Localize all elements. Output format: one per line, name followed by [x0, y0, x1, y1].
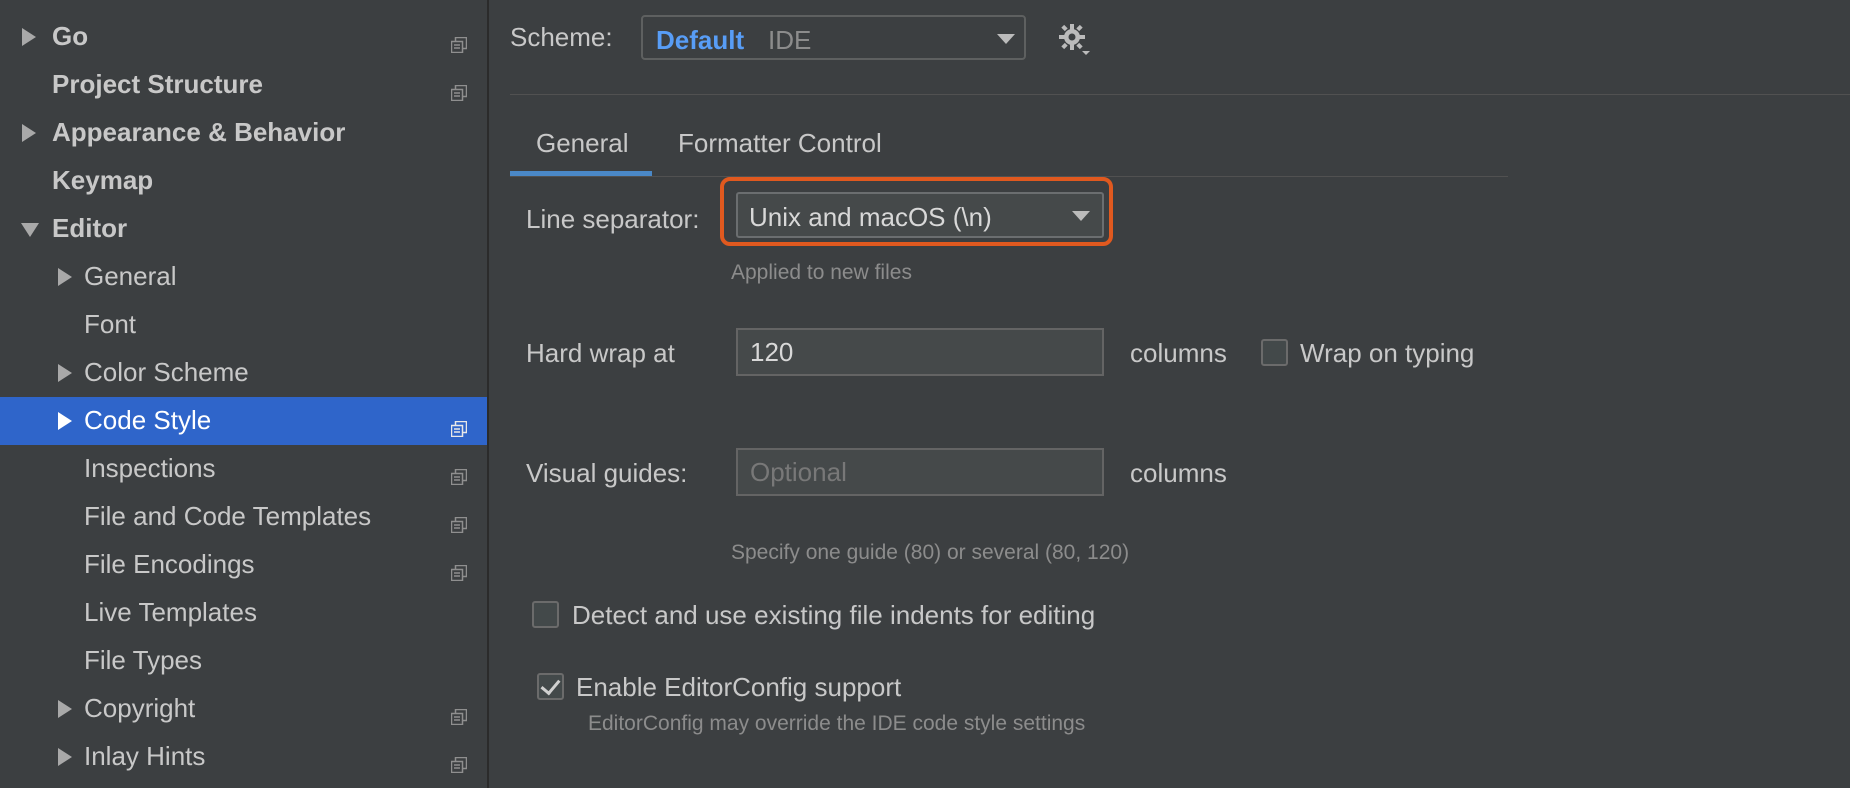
sidebar-item-label: Code Style — [84, 405, 212, 435]
project-scope-icon — [450, 29, 468, 54]
separator — [510, 94, 1850, 95]
line-separator-dropdown[interactable]: Unix and macOS (\n) — [736, 192, 1104, 238]
line-separator-label: Line separator: — [526, 204, 700, 234]
visual-guides-unit: columns — [1130, 458, 1227, 488]
sidebar-item-go[interactable]: Go — [0, 13, 487, 61]
wrap-on-typing-checkbox[interactable] — [1261, 339, 1288, 366]
sidebar-item-label: Inspections — [84, 453, 216, 483]
chevron-right-icon[interactable] — [58, 268, 72, 286]
project-scope-icon — [450, 77, 468, 102]
editorconfig-checkbox[interactable] — [537, 673, 564, 700]
wrap-on-typing-label[interactable]: Wrap on typing — [1300, 338, 1474, 369]
sidebar-item-general[interactable]: General — [0, 253, 487, 301]
sidebar-item-inlay-hints[interactable]: Inlay Hints — [0, 733, 487, 781]
detect-indents-label[interactable]: Detect and use existing file indents for… — [572, 600, 1095, 631]
chevron-right-icon[interactable] — [58, 748, 72, 766]
scheme-label: Scheme: — [510, 22, 613, 52]
project-scope-icon — [450, 749, 468, 774]
sidebar-item-color-scheme[interactable]: Color Scheme — [0, 349, 487, 397]
sidebar-item-label: Copyright — [84, 693, 196, 723]
sidebar-item-label: Live Templates — [84, 597, 257, 627]
project-scope-icon — [450, 461, 468, 486]
scheme-dropdown[interactable]: Default IDE — [641, 15, 1026, 60]
checkmark-icon — [540, 674, 561, 696]
sidebar-item-label: Color Scheme — [84, 357, 249, 387]
line-separator-value: Unix and macOS (\n) — [749, 202, 992, 232]
sidebar-item-label: Appearance & Behavior — [52, 117, 346, 147]
sidebar-item-appearance-and-behavior[interactable]: Appearance & Behavior — [0, 109, 487, 157]
chevron-down-icon[interactable] — [21, 223, 39, 237]
settings-tree: Go Project Structure Appearance & Behavior… — [0, 0, 487, 788]
editorconfig-hint: EditorConfig may override the IDE code s… — [588, 712, 1086, 735]
sidebar-item-label: File Types — [84, 645, 203, 675]
sidebar-item-live-templates[interactable]: Live Templates — [0, 589, 487, 637]
scheme-name: Default — [656, 25, 745, 55]
chevron-down-icon — [997, 34, 1015, 44]
chevron-right-icon[interactable] — [22, 28, 36, 46]
detect-indents-checkbox[interactable] — [532, 601, 559, 628]
sidebar-item-label: General — [84, 261, 177, 291]
project-scope-icon — [450, 557, 468, 582]
sidebar-item-file-types[interactable]: File Types — [0, 637, 487, 685]
sidebar-item-font[interactable]: Font — [0, 301, 487, 349]
chevron-right-icon[interactable] — [58, 700, 72, 718]
sidebar-item-label: Project Structure — [52, 69, 263, 99]
sidebar-item-keymap[interactable]: Keymap — [0, 157, 487, 205]
visual-guides-input[interactable] — [736, 448, 1104, 496]
sidebar-item-file-encodings[interactable]: File Encodings — [0, 541, 487, 589]
sidebar-item-label: Inlay Hints — [84, 741, 206, 771]
sidebar-item-copyright[interactable]: Copyright — [0, 685, 487, 733]
sidebar-item-editor[interactable]: Editor — [0, 205, 487, 253]
tab-general[interactable]: General — [536, 128, 629, 159]
sidebar-item-label: File and Code Templates — [84, 501, 372, 531]
visual-guides-label: Visual guides: — [526, 458, 688, 488]
sidebar-item-label: File Encodings — [84, 549, 255, 579]
gear-icon[interactable] — [1056, 20, 1092, 56]
tab-formatter-control[interactable]: Formatter Control — [678, 128, 882, 159]
hard-wrap-input[interactable] — [736, 328, 1104, 376]
sidebar-item-label: Go — [52, 21, 89, 51]
chevron-right-icon[interactable] — [58, 412, 72, 430]
chevron-down-icon — [1072, 211, 1090, 221]
project-scope-icon — [450, 509, 468, 534]
project-scope-icon — [450, 701, 468, 726]
hard-wrap-unit: columns — [1130, 338, 1227, 368]
scheme-type: IDE — [768, 25, 812, 55]
editorconfig-label[interactable]: Enable EditorConfig support — [576, 672, 901, 703]
hard-wrap-label: Hard wrap at — [526, 338, 675, 368]
sidebar-item-inspections[interactable]: Inspections — [0, 445, 487, 493]
sidebar-item-label: Editor — [52, 213, 128, 243]
sidebar-item-file-and-code-templates[interactable]: File and Code Templates — [0, 493, 487, 541]
visual-guides-hint: Specify one guide (80) or several (80, 1… — [731, 541, 1130, 564]
chevron-right-icon[interactable] — [58, 364, 72, 382]
sidebar-item-project-structure[interactable]: Project Structure — [0, 61, 487, 109]
sidebar-item-code-style[interactable]: Code Style — [0, 397, 487, 445]
panel-divider[interactable] — [487, 0, 489, 788]
sidebar-item-label: Keymap — [52, 165, 154, 195]
chevron-right-icon[interactable] — [22, 124, 36, 142]
line-separator-hint: Applied to new files — [731, 261, 912, 284]
project-scope-icon — [450, 413, 468, 438]
sidebar-item-label: Font — [84, 309, 137, 339]
